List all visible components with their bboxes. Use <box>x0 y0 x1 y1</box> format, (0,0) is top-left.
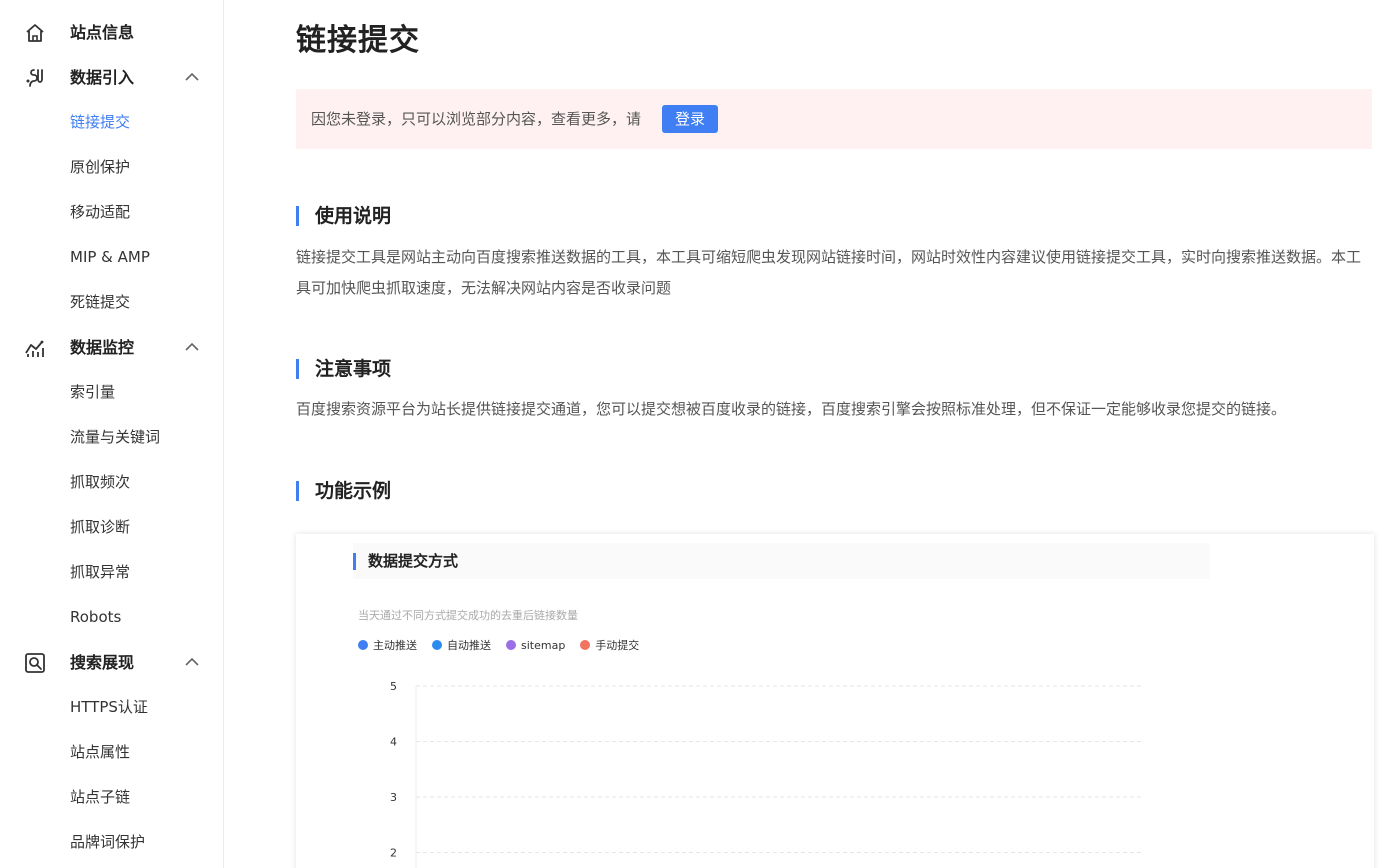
section-text-notes: 百度搜索资源平台为站长提供链接提交通道，您可以提交想被百度收录的链接，百度搜索引… <box>296 400 1287 418</box>
sidebar-group-label: 站点信息 <box>70 23 135 42</box>
chevron-up-icon[interactable] <box>184 341 200 353</box>
sidebar-group-data-import[interactable]: 数据引入 <box>0 55 223 100</box>
sidebar-group-label: 数据监控 <box>70 338 135 357</box>
y-tick-label: 3 <box>390 791 397 804</box>
sidebar-item-site-attributes[interactable]: 站点属性 <box>0 732 223 772</box>
sidebar-item-label: 移动适配 <box>70 203 131 221</box>
sidebar-item-crawl-diagnosis[interactable]: 抓取诊断 <box>0 507 223 547</box>
chart: 5 4 3 2 <box>390 680 1144 868</box>
data-monitor-icon <box>25 340 44 357</box>
home-icon <box>26 24 44 42</box>
sidebar-item-brand-protection[interactable]: 品牌词保护 <box>0 822 223 862</box>
sidebar-item-label: 站点属性 <box>70 743 131 761</box>
sidebar-item-label: 死链提交 <box>70 293 131 311</box>
section-title-usage: 使用说明 <box>296 206 391 226</box>
sidebar-item-label: 品牌词保护 <box>70 833 146 851</box>
sidebar-item-label: 抓取诊断 <box>70 518 131 536</box>
example-card: 数据提交方式 当天通过不同方式提交成功的去重后链接数量 主动推送 自动推送 site… <box>296 534 1374 868</box>
y-tick-label: 2 <box>390 847 397 860</box>
sidebar-group-label: 搜索展现 <box>70 653 135 672</box>
sidebar-item-label: 抓取频次 <box>70 473 131 491</box>
sidebar-item-label: Robots <box>70 608 122 626</box>
sidebar-group-label: 数据引入 <box>70 68 135 87</box>
sidebar-item-label: 原创保护 <box>70 158 131 176</box>
sidebar-item-mip-amp[interactable]: MIP & AMP <box>0 237 223 277</box>
sidebar-item-label: HTTPS认证 <box>70 698 148 716</box>
page-title: 链接提交 <box>296 23 420 58</box>
sidebar-item-index-count[interactable]: 索引量 <box>0 372 223 412</box>
y-tick-label: 5 <box>390 680 397 693</box>
sidebar-item-crawl-frequency[interactable]: 抓取频次 <box>0 462 223 502</box>
login-button[interactable]: 登录 <box>662 105 718 133</box>
sidebar-item-label: 索引量 <box>70 383 116 401</box>
sidebar-item-label: 链接提交 <box>70 113 131 131</box>
sidebar-item-label: 抓取异常 <box>70 563 131 581</box>
section-title-notes: 注意事项 <box>296 359 391 379</box>
y-tick-label: 4 <box>390 736 397 749</box>
app-root: 站点信息 数据引入 链接提交 原创保护 移动适配 MIP & AMP 死链提交 … <box>0 0 1379 868</box>
data-import-icon <box>26 69 43 87</box>
notice-text: 因您未登录，只可以浏览部分内容，查看更多，请 <box>311 110 642 128</box>
sidebar-item-dead-link[interactable]: 死链提交 <box>0 282 223 322</box>
sidebar-item-crawl-errors[interactable]: 抓取异常 <box>0 552 223 592</box>
sidebar: 站点信息 数据引入 链接提交 原创保护 移动适配 MIP & AMP 死链提交 … <box>0 0 224 868</box>
chevron-up-icon[interactable] <box>184 71 200 83</box>
sidebar-item-site-sublinks[interactable]: 站点子链 <box>0 777 223 817</box>
section-title-example: 功能示例 <box>296 481 391 501</box>
sidebar-item-traffic-keywords[interactable]: 流量与关键词 <box>0 417 223 457</box>
chevron-up-icon[interactable] <box>184 656 200 668</box>
sidebar-item-robots[interactable]: Robots <box>0 597 223 637</box>
sidebar-item-label: MIP & AMP <box>70 248 150 266</box>
sidebar-item-mobile-adapt[interactable]: 移动适配 <box>0 192 223 232</box>
sidebar-item-https-cert[interactable]: HTTPS认证 <box>0 687 223 727</box>
login-notice: 因您未登录，只可以浏览部分内容，查看更多，请 登录 <box>296 89 1372 149</box>
section-text-usage: 链接提交工具是网站主动向百度搜索推送数据的工具，本工具可缩短爬虫发现网站链接时间… <box>296 248 1362 297</box>
main-content: 链接提交 因您未登录，只可以浏览部分内容，查看更多，请 登录 使用说明 链接提交… <box>224 0 1379 868</box>
sidebar-item-label: 流量与关键词 <box>70 428 161 446</box>
sidebar-item-label: 站点子链 <box>70 788 131 806</box>
sidebar-item-original-protection[interactable]: 原创保护 <box>0 147 223 187</box>
sidebar-group-data-monitor[interactable]: 数据监控 <box>0 325 223 370</box>
sidebar-group-site-info[interactable]: 站点信息 <box>0 10 223 55</box>
sidebar-item-link-submit[interactable]: 链接提交 <box>0 102 223 142</box>
search-display-icon <box>25 653 45 673</box>
sidebar-group-search-display[interactable]: 搜索展现 <box>0 640 223 685</box>
